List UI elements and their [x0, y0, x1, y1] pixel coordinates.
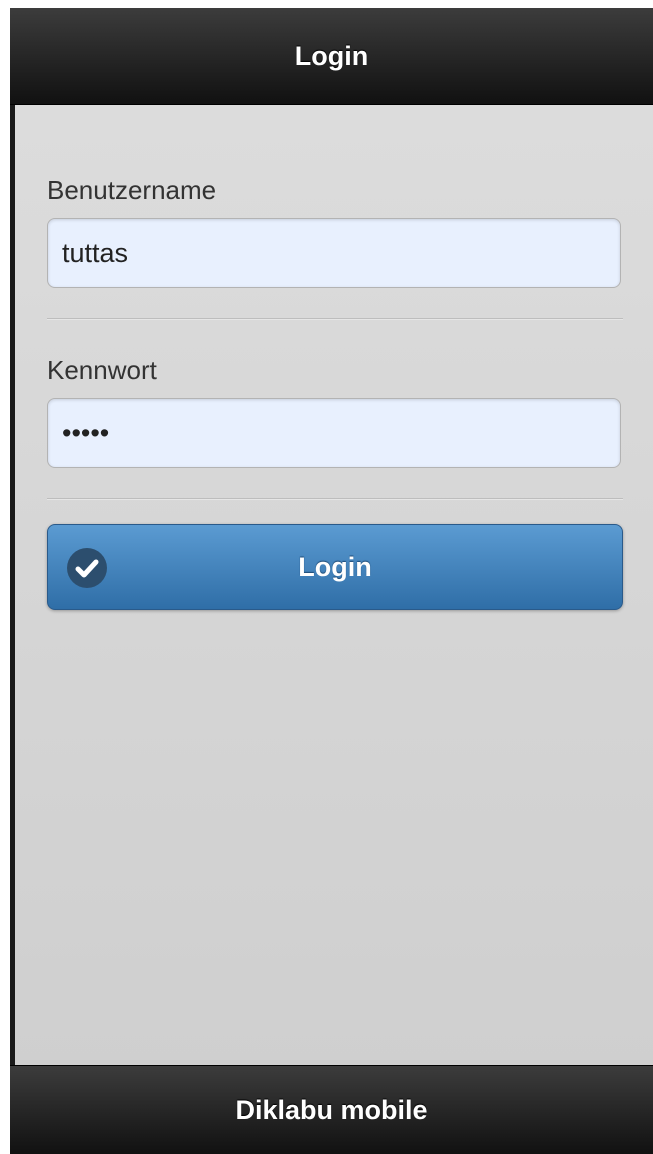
footer-bar: Diklabu mobile: [10, 1065, 653, 1154]
footer-title: Diklabu mobile: [235, 1094, 428, 1125]
page-title: Login: [294, 40, 369, 71]
divider: [47, 318, 623, 320]
password-label: Kennwort: [47, 355, 157, 385]
login-button-label: Login: [298, 551, 372, 582]
check-icon: [67, 548, 107, 588]
login-button[interactable]: Login: [47, 524, 623, 610]
username-label: Benutzername: [47, 175, 217, 205]
login-form: Benutzername Kennwort Login: [15, 105, 653, 1072]
username-field[interactable]: [47, 218, 621, 288]
password-field[interactable]: [47, 398, 621, 468]
app-frame: Login Benutzername Kennwort Login Diklab…: [10, 8, 653, 1154]
header-bar: Login: [10, 8, 653, 105]
divider: [47, 498, 623, 500]
